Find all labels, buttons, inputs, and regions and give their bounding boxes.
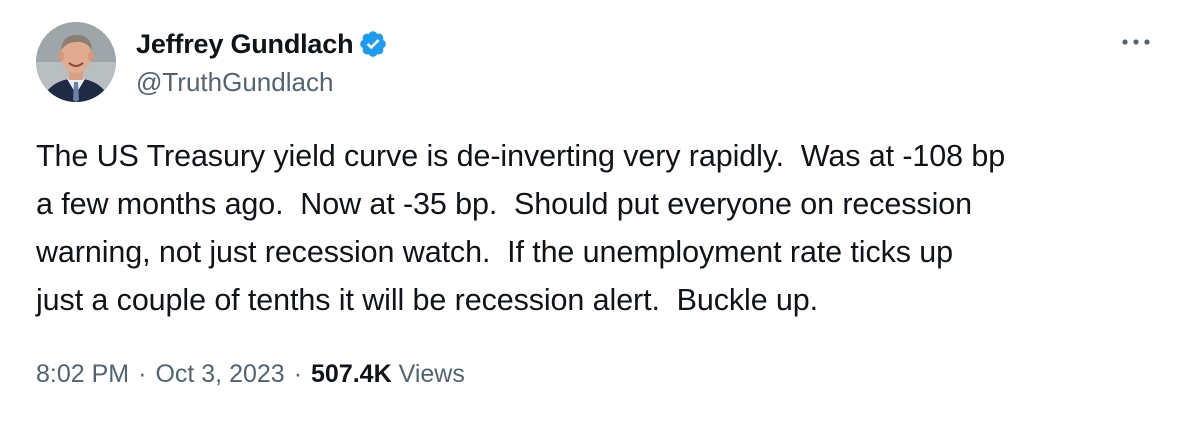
name-row: Jeffrey Gundlach [136, 26, 388, 62]
tweet-time[interactable]: 8:02 PM [36, 360, 129, 389]
meta-separator: · [138, 360, 147, 388]
tweet-date[interactable]: Oct 3, 2023 [155, 360, 284, 389]
views-label: Views [398, 360, 465, 388]
tweet-meta: 8:02 PM · Oct 3, 2023 · 507.4K Views [36, 360, 465, 389]
avatar-image [36, 22, 116, 102]
verified-badge-icon[interactable] [358, 29, 388, 59]
author-handle[interactable]: @TruthGundlach [136, 67, 388, 98]
author-info: Jeffrey Gundlach @TruthGundlach [136, 26, 388, 98]
author-display-name[interactable]: Jeffrey Gundlach [136, 29, 354, 60]
avatar[interactable] [36, 22, 116, 102]
tweet-card: Jeffrey Gundlach @TruthGundlach The US T… [0, 0, 1190, 428]
meta-separator: · [293, 360, 303, 388]
more-horizontal-icon[interactable] [1118, 30, 1154, 54]
tweet-text: The US Treasury yield curve is de-invert… [36, 139, 1006, 317]
views-count[interactable]: 507.4K [311, 360, 392, 389]
